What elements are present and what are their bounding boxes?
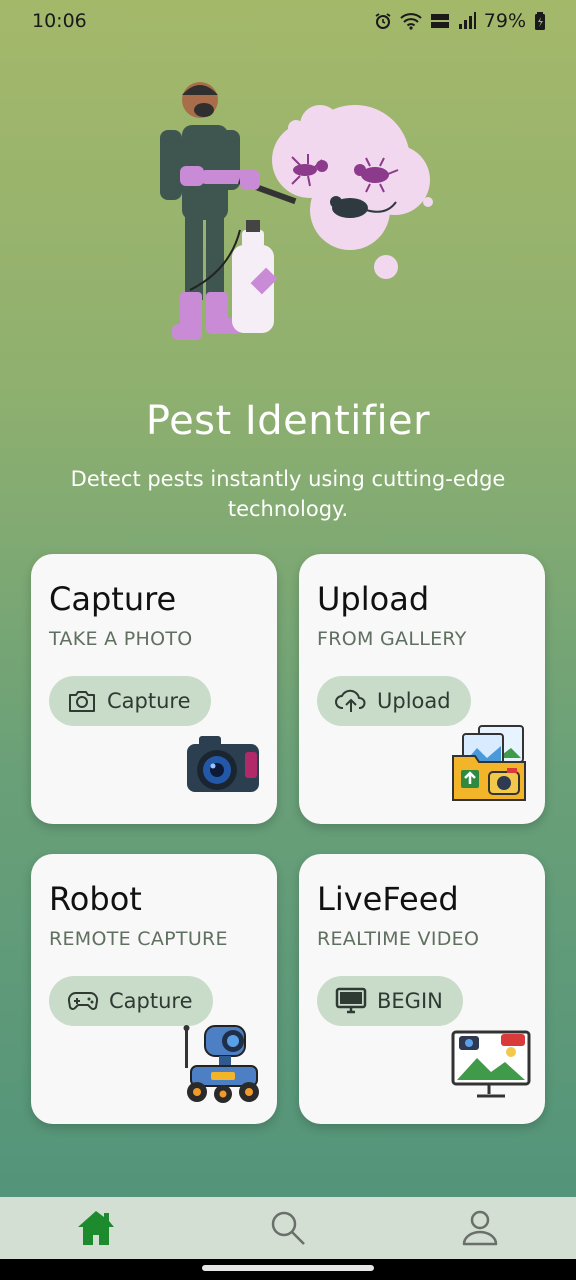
home-gesture-bar[interactable] (202, 1265, 374, 1271)
home-icon (78, 1211, 114, 1245)
card-title: Capture (49, 580, 177, 618)
monitor-icon (335, 987, 367, 1014)
pest-control-illustration (160, 82, 433, 340)
card-subtitle: FROM GALLERY (317, 628, 467, 650)
capture-button-label: Capture (107, 689, 191, 713)
alarm-icon (375, 13, 391, 29)
gallery-folder-illustration (452, 725, 526, 801)
bottom-navigation (0, 1197, 576, 1259)
exterminator-figure (160, 82, 297, 340)
card-title: LiveFeed (317, 880, 459, 918)
volte-icon (430, 14, 449, 28)
status-icons: 79% (374, 10, 546, 32)
card-subtitle: REALTIME VIDEO (317, 928, 480, 950)
begin-button[interactable]: BEGIN (317, 976, 463, 1026)
nav-profile[interactable] (440, 1198, 520, 1258)
capture-card[interactable]: Capture TAKE A PHOTO Capture (31, 554, 277, 824)
gamepad-icon (67, 991, 99, 1010)
robot-card[interactable]: Robot REMOTE CAPTURE Capture (31, 854, 277, 1124)
live-monitor-illustration (451, 1030, 531, 1098)
card-subtitle: TAKE A PHOTO (49, 628, 193, 650)
cloud-upload-icon (335, 689, 366, 712)
card-subtitle: REMOTE CAPTURE (49, 928, 228, 950)
wifi-icon (400, 13, 422, 30)
page-title: Pest Identifier (145, 398, 431, 444)
robot-capture-button-label: Capture (109, 989, 193, 1013)
page-subtitle: Detect pests instantly using cutting-edg… (70, 467, 506, 521)
camera-illustration (187, 736, 259, 792)
capture-button[interactable]: Capture (49, 676, 211, 726)
card-title: Robot (49, 880, 142, 918)
card-title: Upload (317, 580, 430, 618)
nav-search[interactable] (248, 1198, 328, 1258)
profile-icon (462, 1210, 498, 1246)
status-bar: 10:06 79% (0, 0, 576, 42)
battery-icon (535, 12, 545, 30)
status-time: 10:06 (32, 10, 87, 32)
pest-cloud (272, 105, 433, 279)
upload-button-label: Upload (377, 689, 451, 713)
upload-card[interactable]: Upload FROM GALLERY Upload (299, 554, 545, 824)
signal-icon (458, 12, 476, 29)
camera-icon (69, 691, 95, 712)
begin-button-label: BEGIN (377, 989, 443, 1013)
robot-rover-illustration (183, 1025, 259, 1103)
search-icon (271, 1211, 305, 1245)
nav-home[interactable] (56, 1198, 136, 1258)
robot-capture-button[interactable]: Capture (49, 976, 213, 1026)
livefeed-card[interactable]: LiveFeed REALTIME VIDEO BEGIN (299, 854, 545, 1124)
battery-percent: 79% (483, 10, 526, 32)
upload-button[interactable]: Upload (317, 676, 471, 726)
